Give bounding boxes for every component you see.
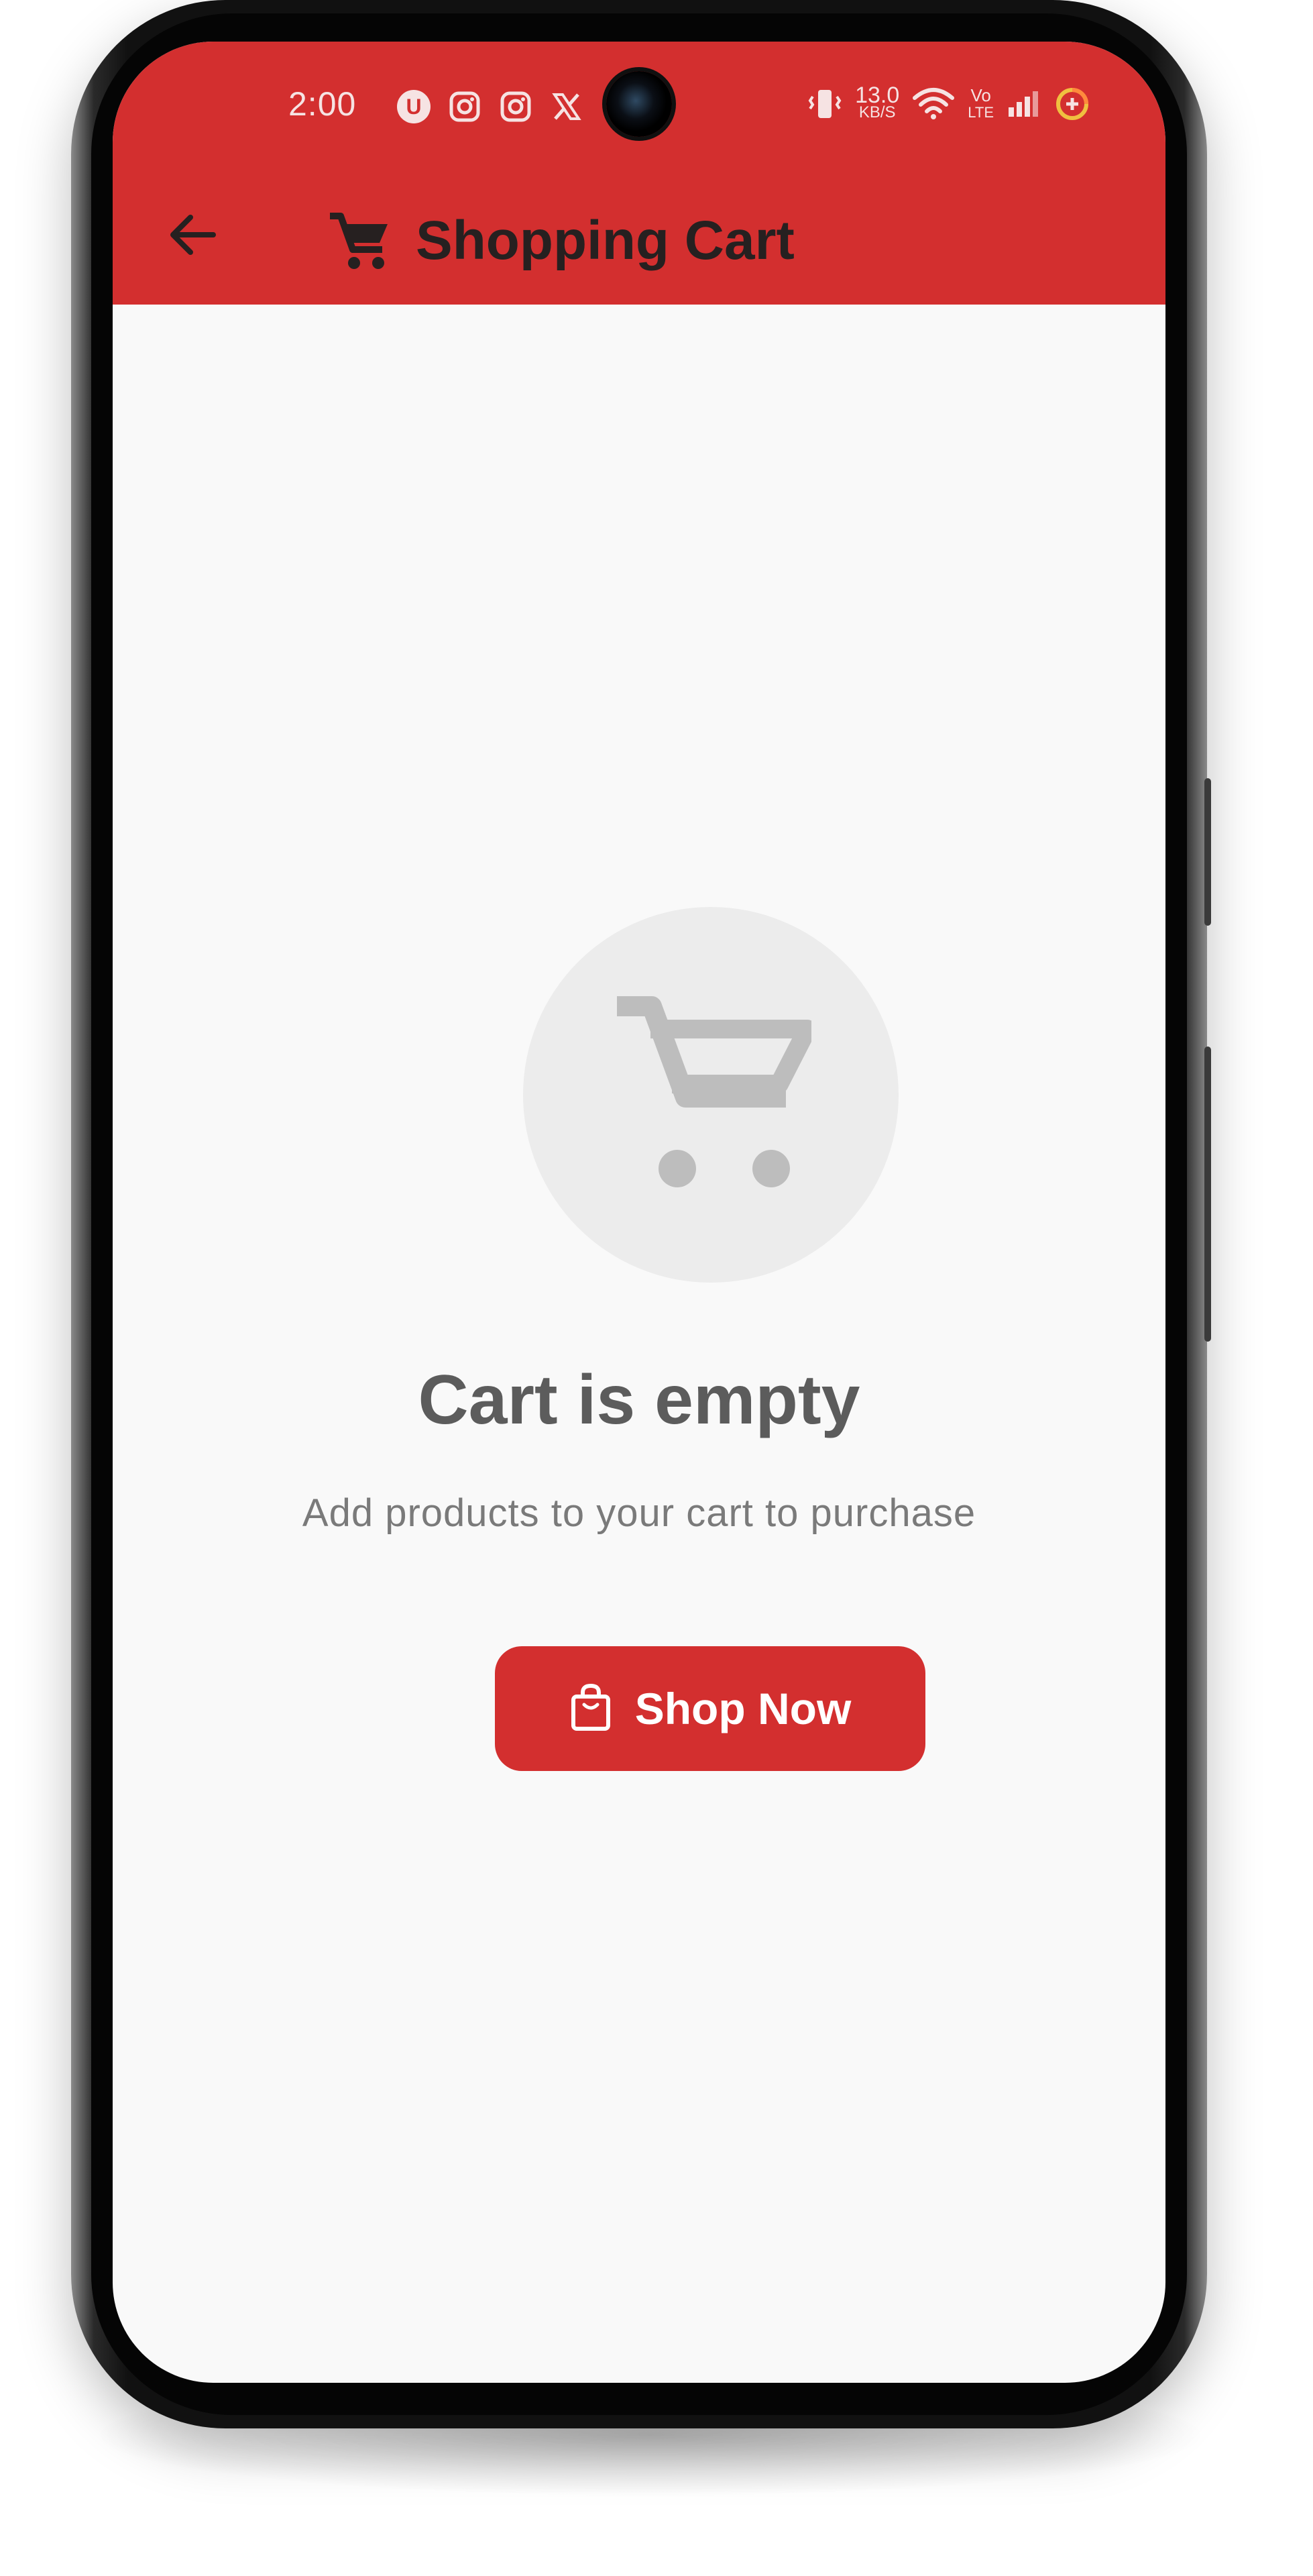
screen: 2:00 U 13.0 KB/S Vo LTE Shopping Cart Ca… bbox=[113, 42, 1165, 2383]
cart-icon bbox=[610, 993, 817, 1197]
empty-cart-title: Cart is empty bbox=[418, 1361, 860, 1439]
page: 2:00 U 13.0 KB/S Vo LTE Shopping Cart Ca… bbox=[0, 0, 1313, 2576]
empty-cart-subtitle: Add products to your cart to purchase bbox=[302, 1491, 976, 1535]
shop-now-button[interactable]: Shop Now bbox=[495, 1646, 925, 1771]
side-button bbox=[1204, 778, 1211, 926]
empty-cart-illustration bbox=[523, 907, 899, 1283]
empty-cart-state: Cart is empty Add products to your cart … bbox=[113, 42, 1165, 2383]
shop-now-label: Shop Now bbox=[634, 1684, 852, 1733]
shopping-bag-icon bbox=[569, 1683, 612, 1735]
phone-frame: 2:00 U 13.0 KB/S Vo LTE Shopping Cart Ca… bbox=[71, 0, 1211, 2428]
side-button bbox=[1204, 1046, 1211, 1342]
